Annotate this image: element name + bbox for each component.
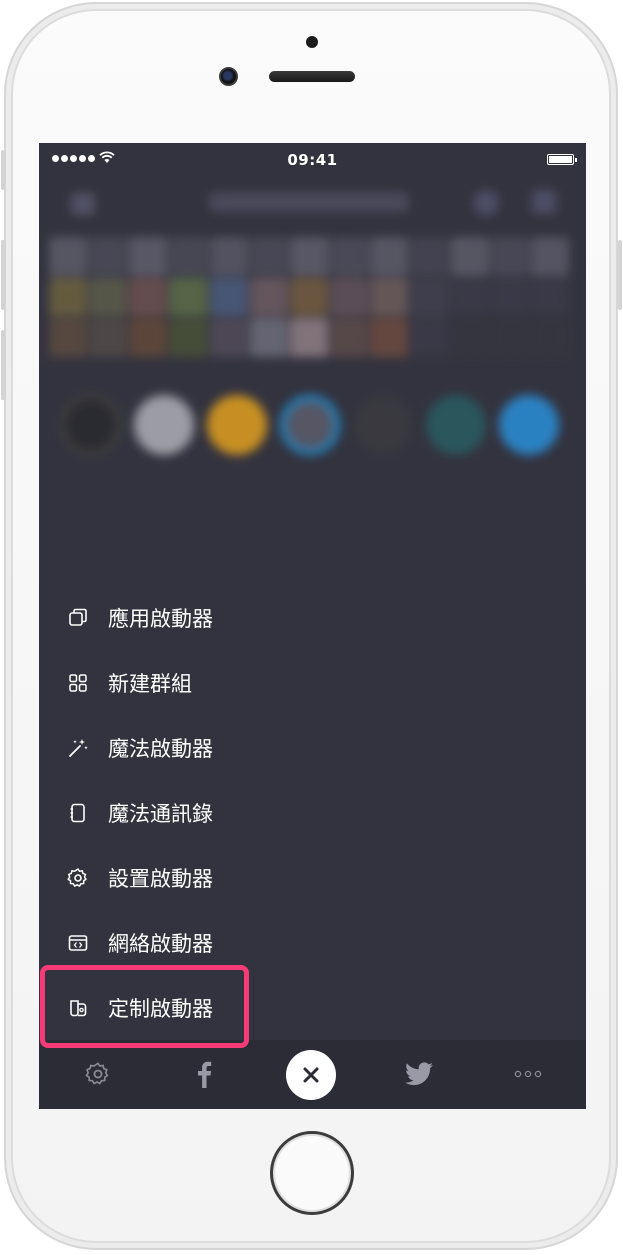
menu-item-label: 設置啟動器: [108, 867, 213, 891]
menu-item-app-launcher[interactable]: 應用啟動器: [65, 598, 213, 638]
menu-item-settings-launcher[interactable]: 設置啟動器: [65, 858, 213, 898]
highlight-annotation: [40, 965, 249, 1048]
close-button[interactable]: [286, 1050, 336, 1100]
menu-item-magic-contacts[interactable]: 魔法通訊錄: [65, 793, 213, 833]
blurred-edit-icon: [532, 190, 556, 214]
grid-icon: [65, 670, 91, 696]
blurred-app-icon: [353, 395, 413, 455]
earpiece-speaker: [269, 71, 355, 82]
more-button[interactable]: [511, 1057, 545, 1091]
settings-button[interactable]: [81, 1057, 115, 1091]
blurred-app-icon: [134, 395, 194, 455]
facebook-button[interactable]: [189, 1057, 219, 1091]
home-button[interactable]: [270, 1131, 354, 1215]
menu-item-magic-launcher[interactable]: 魔法啟動器: [65, 728, 213, 768]
blurred-app-icon: [61, 395, 121, 455]
twitter-button[interactable]: [403, 1057, 435, 1091]
magic-wand-icon: [65, 735, 91, 761]
facebook-icon: [198, 1061, 212, 1088]
bottom-toolbar: [39, 1040, 586, 1109]
menu-icon: [71, 193, 95, 215]
menu-item-label: 魔法啟動器: [108, 737, 213, 761]
blurred-title: [209, 192, 409, 212]
menu-item-web-launcher[interactable]: 網絡啟動器: [65, 923, 213, 963]
gear-icon: [65, 865, 91, 891]
status-bar: 09:41: [39, 143, 586, 175]
blurred-app-icon: [280, 395, 340, 455]
front-camera: [219, 67, 238, 86]
menu-item-label: 網絡啟動器: [108, 932, 213, 956]
blurred-action-icon: [473, 190, 499, 216]
mute-switch: [1, 150, 5, 190]
blurred-app-icon: [426, 395, 486, 455]
blurred-app-icon: [499, 395, 559, 455]
blurred-app-icon: [207, 395, 267, 455]
battery-icon: [547, 154, 577, 165]
volume-down-button: [1, 330, 5, 400]
power-button: [618, 240, 622, 310]
close-icon: [303, 1067, 319, 1083]
app-launcher-icon: [65, 605, 91, 631]
settings-icon: [85, 1062, 109, 1085]
menu-item-label: 應用啟動器: [108, 607, 213, 631]
web-code-icon: [65, 930, 91, 956]
volume-up-button: [1, 240, 5, 310]
blurred-contacts-grid: [49, 237, 569, 357]
more-icon: [514, 1070, 542, 1078]
blurred-background: [39, 175, 586, 475]
menu-item-label: 新建群組: [108, 672, 192, 696]
status-time: 09:41: [287, 151, 338, 169]
twitter-icon: [405, 1062, 433, 1086]
proximity-sensor: [306, 36, 318, 48]
contacts-icon: [65, 800, 91, 826]
blurred-app-icons: [61, 395, 571, 459]
menu-item-new-group[interactable]: 新建群組: [65, 663, 192, 703]
menu-item-label: 魔法通訊錄: [108, 802, 213, 826]
